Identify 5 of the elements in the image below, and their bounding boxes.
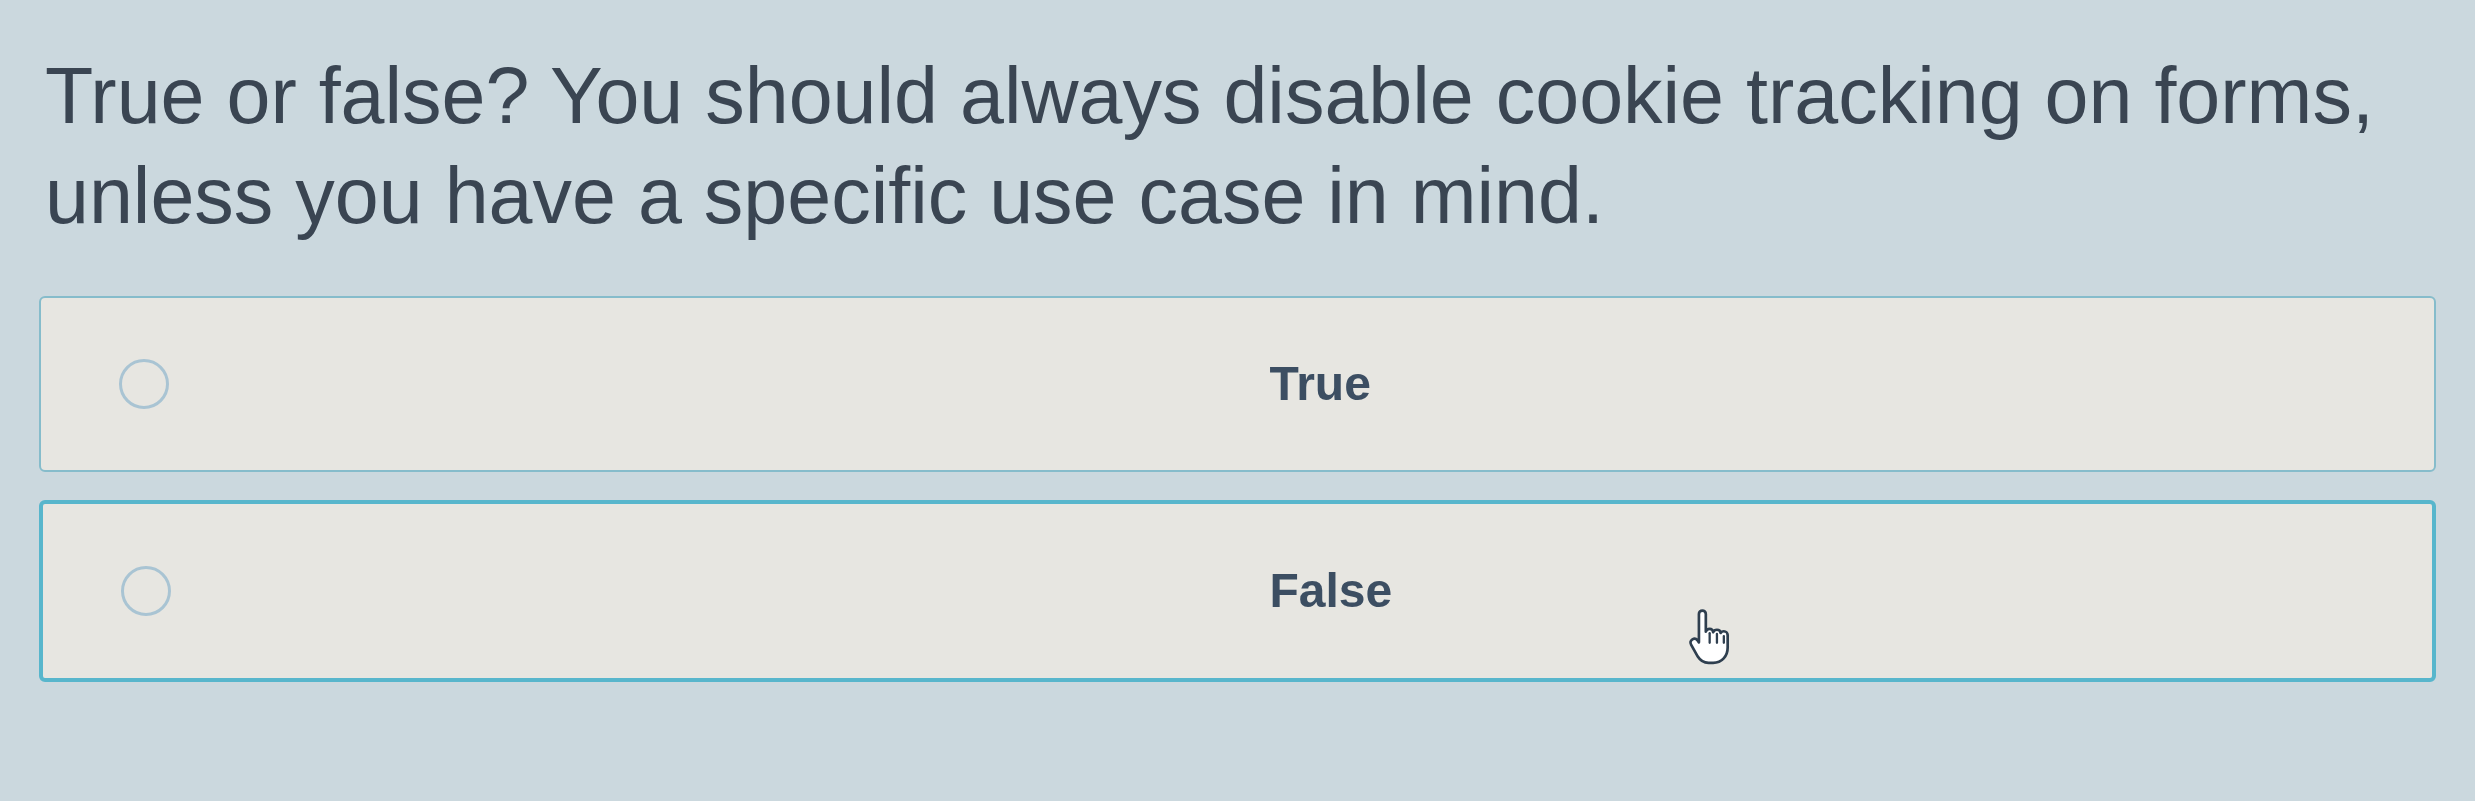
answer-option[interactable]: True xyxy=(39,296,2436,472)
radio-button[interactable] xyxy=(121,566,171,616)
question-text: True or false? You should always disable cookie tracking on forms, unless you have a specific use case in mind. xyxy=(45,50,2375,242)
answer-option[interactable]: False xyxy=(39,500,2436,682)
radio-button[interactable] xyxy=(119,359,169,409)
